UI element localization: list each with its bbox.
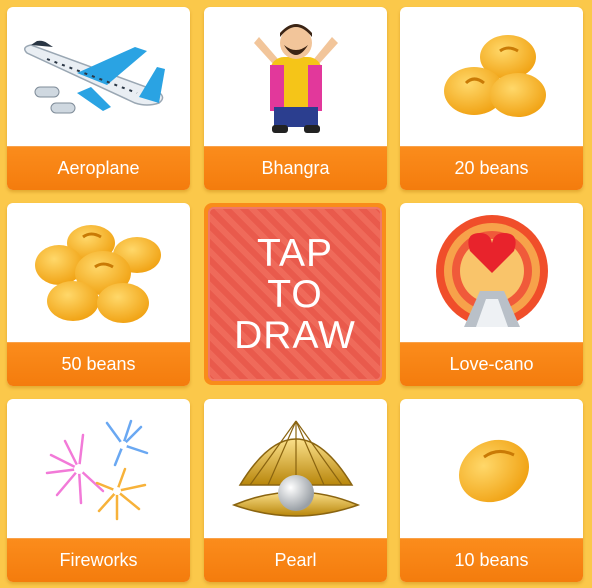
gift-grid: Aeroplane Bhangra 20 beans 50 beans TAP …: [0, 0, 592, 588]
pearl-shell-icon: [204, 399, 387, 539]
beans-cluster-icon: [400, 7, 583, 147]
beans-pile-icon: [7, 203, 190, 343]
gift-label: 20 beans: [400, 146, 583, 190]
gift-card-love-cano[interactable]: Love-cano: [400, 203, 583, 386]
tap-to-draw-face: TAP TO DRAW: [208, 207, 382, 381]
aeroplane-icon: [7, 7, 190, 147]
gift-label: Love-cano: [400, 342, 583, 386]
tap-to-draw-label: TAP TO DRAW: [234, 231, 356, 357]
gift-card-bhangra[interactable]: Bhangra: [204, 7, 387, 190]
gift-card-20-beans[interactable]: 20 beans: [400, 7, 583, 190]
gift-label: 50 beans: [7, 342, 190, 386]
single-bean-icon: [400, 399, 583, 539]
gift-card-50-beans[interactable]: 50 beans: [7, 203, 190, 386]
gift-label: 10 beans: [400, 538, 583, 582]
gift-card-fireworks[interactable]: Fireworks: [7, 399, 190, 582]
gift-card-pearl[interactable]: Pearl: [204, 399, 387, 582]
gift-label: Bhangra: [204, 146, 387, 190]
bhangra-dancer-icon: [204, 7, 387, 147]
gift-label: Fireworks: [7, 538, 190, 582]
fireworks-icon: [7, 399, 190, 539]
gift-label: Aeroplane: [7, 146, 190, 190]
love-cano-icon: [400, 203, 583, 343]
gift-card-aeroplane[interactable]: Aeroplane: [7, 7, 190, 190]
gift-label: Pearl: [204, 538, 387, 582]
gift-card-10-beans[interactable]: 10 beans: [400, 399, 583, 582]
tap-to-draw-button[interactable]: TAP TO DRAW: [204, 203, 386, 385]
